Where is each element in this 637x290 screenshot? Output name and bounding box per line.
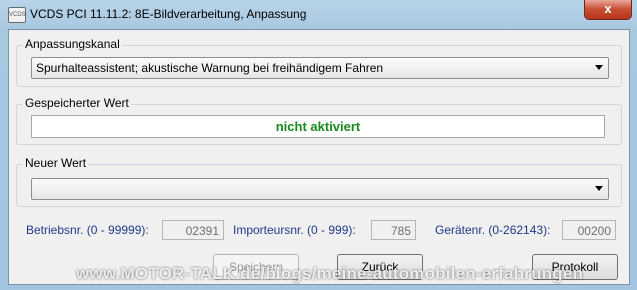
channel-group-label: Anpassungskanal bbox=[23, 37, 122, 51]
new-value-group: Neuer Wert bbox=[16, 156, 622, 207]
stored-value-text: nicht aktiviert bbox=[275, 119, 361, 134]
new-value-combobox[interactable] bbox=[31, 178, 609, 200]
vcds-app-icon: VCDS bbox=[8, 7, 26, 23]
importeursnr-input[interactable]: 785 bbox=[371, 220, 416, 240]
channel-combobox-value: Spurhalteassistent; akustische Warnung b… bbox=[36, 61, 384, 75]
vcds-window: VCDS VCDS PCI 11.11.2: 8E-Bildverarbeitu… bbox=[0, 0, 637, 290]
importeursnr-label: Importeursnr. (0 - 999): bbox=[233, 223, 356, 237]
betriebsnr-input[interactable]: 02391 bbox=[162, 220, 224, 240]
channel-group: Anpassungskanal Spurhalteassistent; akus… bbox=[16, 37, 622, 87]
channel-combobox[interactable]: Spurhalteassistent; akustische Warnung b… bbox=[31, 57, 609, 79]
title-bar[interactable]: VCDS VCDS PCI 11.11.2: 8E-Bildverarbeitu… bbox=[0, 0, 637, 28]
close-button[interactable]: x bbox=[584, 0, 632, 20]
window-title: VCDS PCI 11.11.2: 8E-Bildverarbeitung, A… bbox=[30, 7, 307, 21]
geraetenr-label: Gerätenr. (0-262143): bbox=[435, 223, 551, 237]
stored-value-display: nicht aktiviert bbox=[31, 115, 605, 138]
chevron-down-icon bbox=[595, 65, 603, 70]
chevron-down-icon bbox=[595, 186, 603, 191]
betriebsnr-label: Betriebsnr. (0 - 99999): bbox=[26, 223, 149, 237]
stored-value-group-label: Gespeicherter Wert bbox=[23, 96, 131, 110]
watermark-text: www.MOTOR-TALK.de/blogs/meine-automobile… bbox=[76, 264, 584, 283]
dialog-client-area: Anpassungskanal Spurhalteassistent; akus… bbox=[8, 29, 630, 285]
stored-value-group: Gespeicherter Wert nicht aktiviert bbox=[16, 96, 622, 145]
geraetenr-input[interactable]: 00200 bbox=[562, 220, 616, 240]
new-value-group-label: Neuer Wert bbox=[23, 156, 89, 170]
